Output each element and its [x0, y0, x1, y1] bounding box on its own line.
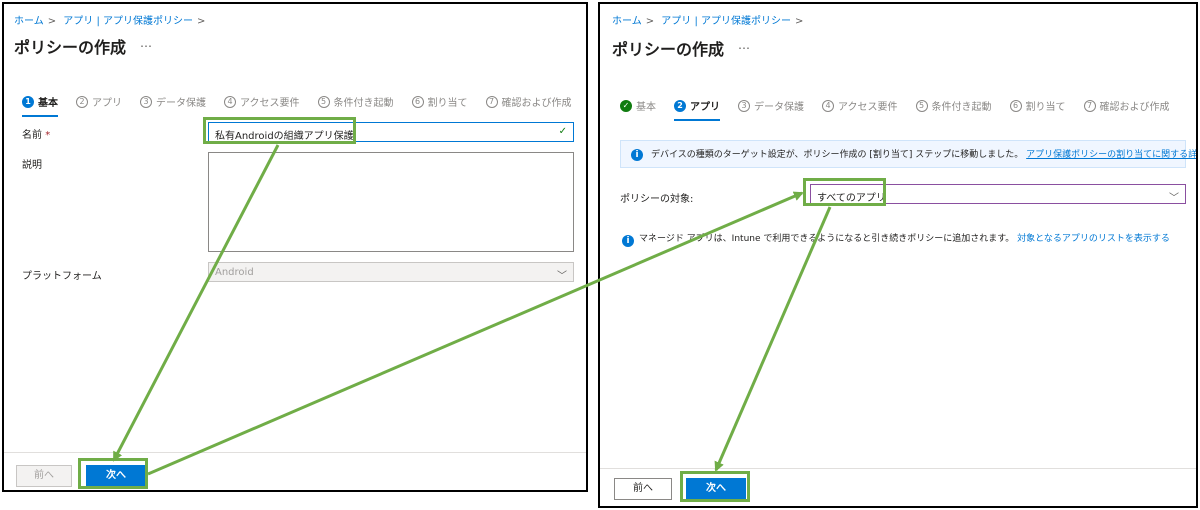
arrow-next-to-target	[147, 191, 804, 476]
arrow-target-to-next	[714, 206, 832, 472]
annotation-arrows	[112, 144, 832, 476]
arrow-name-to-next	[112, 144, 280, 462]
